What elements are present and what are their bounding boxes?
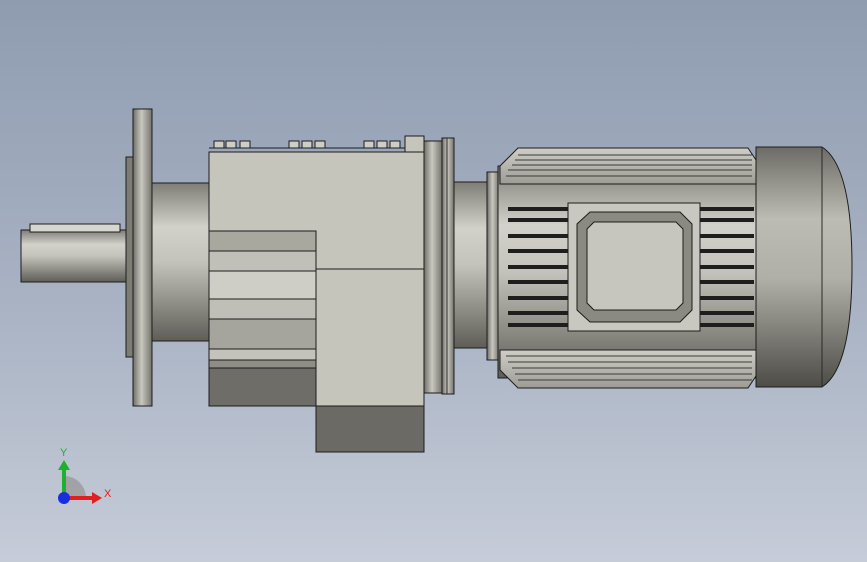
shaft-key: [29, 223, 121, 233]
z-axis-dot: [58, 492, 70, 504]
fan-cover[interactable]: [755, 146, 853, 388]
motor-body[interactable]: [497, 147, 757, 389]
mounting-flange[interactable]: [125, 108, 153, 407]
graphics-viewport[interactable]: Y X: [0, 0, 867, 562]
coupling-rings[interactable]: [423, 137, 455, 395]
gearbox-housing[interactable]: [208, 135, 425, 453]
gear-motor-model[interactable]: Y X: [0, 0, 867, 562]
terminal-box[interactable]: [567, 202, 701, 332]
housing-top-bosses: [213, 140, 401, 149]
y-axis-label: Y: [60, 447, 68, 459]
output-shaft[interactable]: [20, 223, 128, 283]
housing-foot: [315, 405, 425, 453]
axis-triad: Y X: [58, 447, 112, 504]
motor-adapter: [453, 181, 489, 349]
flange-neck: [151, 182, 211, 342]
x-axis-label: X: [104, 488, 112, 500]
motor-adapter-ring: [486, 171, 500, 361]
